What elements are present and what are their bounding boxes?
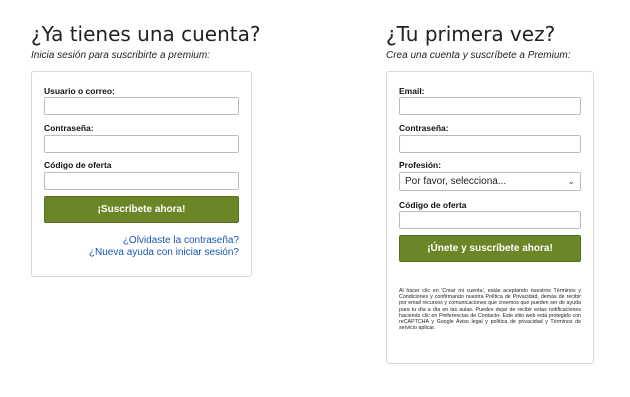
chevron-down-icon: ⌄ <box>567 176 575 186</box>
email-label: Email: <box>399 86 425 96</box>
signup-card: Email: Contraseña: Profesión: Por favor,… <box>386 71 594 364</box>
username-input[interactable] <box>44 97 239 115</box>
profession-select[interactable]: Por favor, selecciona... ⌄ <box>399 172 581 191</box>
signup-subtitle: Crea una cuenta y suscríbete a Premium: <box>386 50 571 61</box>
signup-password-input[interactable] <box>399 135 581 153</box>
login-title: ¿Ya tienes una cuenta? <box>31 22 261 46</box>
forgot-password-link[interactable]: ¿Olvidaste la contraseña? <box>123 235 239 246</box>
profession-selected-value: Por favor, selecciona... <box>405 176 507 187</box>
signup-title: ¿Tu primera vez? <box>386 22 556 46</box>
profession-label: Profesión: <box>399 160 442 170</box>
legal-disclaimer: Al hacer clic en 'Crear mi cuenta', está… <box>399 288 581 332</box>
signup-offer-code-input[interactable] <box>399 211 581 229</box>
subscribe-now-button[interactable]: ¡Suscríbete ahora! <box>44 196 239 223</box>
login-subtitle: Inicia sesión para suscribirte a premium… <box>31 50 210 61</box>
join-and-subscribe-button[interactable]: ¡Únete y suscríbete ahora! <box>399 235 581 262</box>
login-password-input[interactable] <box>44 135 239 153</box>
email-input[interactable] <box>399 97 581 115</box>
signup-password-label: Contraseña: <box>399 123 449 133</box>
signup-offer-code-label: Código de oferta <box>399 200 467 210</box>
login-offer-code-label: Código de oferta <box>44 160 112 170</box>
username-label: Usuario o correo: <box>44 86 115 96</box>
login-help-link[interactable]: ¿Nueva ayuda con iniciar sesión? <box>89 247 239 258</box>
login-offer-code-input[interactable] <box>44 172 239 190</box>
login-card: Usuario o correo: Contraseña: Código de … <box>31 71 252 277</box>
login-password-label: Contraseña: <box>44 123 94 133</box>
